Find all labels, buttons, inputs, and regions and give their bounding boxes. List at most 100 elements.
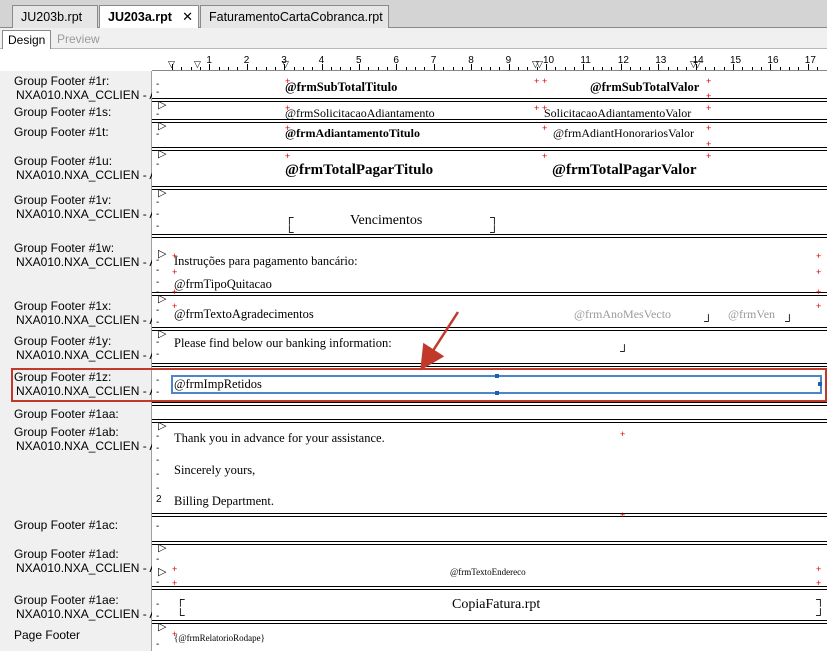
- field-vencimentos[interactable]: Vencimentos: [350, 213, 422, 229]
- field-anchor-mark: +: [706, 151, 712, 161]
- section-separator[interactable]: [152, 327, 827, 331]
- field-solicitacao-valor[interactable]: SolicitacaoAdiantamentoValor: [544, 106, 691, 121]
- section-separator[interactable]: [152, 147, 827, 151]
- section-label[interactable]: Group Footer #1aa:: [14, 407, 119, 421]
- section-separator[interactable]: [152, 586, 827, 590]
- field-ven[interactable]: @frmVen: [728, 307, 775, 322]
- section-name: Page Footer: [14, 628, 81, 642]
- field-total-pagar-valor[interactable]: @frmTotalPagarValor: [552, 162, 697, 179]
- selected-field-imp-retidos[interactable]: [171, 374, 822, 395]
- field-instrucoes[interactable]: Instruções para pagamento bancário:: [174, 254, 358, 269]
- ruler-tick: [789, 67, 791, 70]
- ruler-number: 1: [206, 55, 212, 66]
- section-label[interactable]: Group Footer #1u: NXA010.NXA_CCLIEN - A: [14, 154, 157, 182]
- field-billing[interactable]: Billing Department.: [174, 494, 274, 509]
- section-label[interactable]: Group Footer #1y: NXA010.NXA_CCLIEN - A: [14, 334, 157, 362]
- tab-label: JU203a.rpt: [108, 10, 172, 24]
- ruler-tick: [228, 67, 230, 70]
- field-imp-retidos[interactable]: @frmImpRetidos: [174, 377, 262, 392]
- section-label[interactable]: Group Footer #1w: NXA010.NXA_CCLIEN - A: [14, 241, 157, 269]
- field-copia-fatura[interactable]: CopiaFatura.rpt: [452, 597, 540, 613]
- guide-dash: -: [156, 431, 160, 442]
- resize-handle[interactable]: [818, 382, 822, 386]
- section-label[interactable]: Page Footer: [14, 628, 80, 642]
- field-texto-agradecimentos[interactable]: @frmTextoAgradecimentos: [174, 307, 314, 322]
- guideline-marker-icon[interactable]: ▽: [168, 60, 175, 69]
- close-icon[interactable]: ✕: [182, 9, 193, 25]
- guide-number: 2: [156, 494, 162, 505]
- section-separator[interactable]: [152, 513, 827, 517]
- section-label[interactable]: Group Footer #1x: NXA010.NXA_CCLIEN - A: [14, 299, 157, 327]
- ruler-tick: [555, 67, 557, 70]
- field-ano-mes-vecto[interactable]: @frmAnoMesVecto: [574, 307, 671, 322]
- section-separator[interactable]: [152, 186, 827, 190]
- tab-label: FaturamentoCartaCobranca.rpt: [209, 10, 383, 24]
- guide-column: ▷ ▷ ▷ ▷ ▷ ▷ ▷ ▷ ▷ ▷ ▷ - - - - - - - - - - - - - - - - - - - - - - - - - - - - -…: [152, 71, 170, 651]
- section-name: Group Footer #1w:: [14, 241, 115, 255]
- field-subtotal-valor[interactable]: @frmSubTotalValor: [590, 80, 699, 95]
- section-label[interactable]: Group Footer #1v: NXA010.NXA_CCLIEN - A: [14, 193, 157, 221]
- section-separator[interactable]: [152, 98, 827, 102]
- section-group-field: NXA010.NXA_CCLIEN - A: [16, 88, 158, 102]
- tab-faturamento[interactable]: FaturamentoCartaCobranca.rpt: [200, 5, 389, 28]
- section-separator[interactable]: [152, 419, 827, 423]
- ruler-number: 4: [318, 55, 325, 66]
- section-name: Group Footer #1ae:: [14, 593, 119, 607]
- tab-ju203b[interactable]: JU203b.rpt: [12, 5, 98, 28]
- field-please-find[interactable]: Please find below our banking informatio…: [174, 336, 392, 351]
- tab-design[interactable]: Design: [2, 30, 52, 49]
- resize-handle[interactable]: [495, 374, 499, 378]
- resize-handle[interactable]: [495, 391, 499, 395]
- ruler-tick: [686, 67, 688, 70]
- field-texto-endereco[interactable]: @frmTextoEndereco: [450, 567, 526, 577]
- guide-dash: -: [156, 209, 160, 220]
- section-label[interactable]: Group Footer #1ae: NXA010.NXA_CCLIEN - A: [14, 593, 157, 621]
- field-bound-corner: ┌: [176, 592, 185, 606]
- section-name: Group Footer #1y:: [14, 334, 112, 348]
- field-tipo-quitacao[interactable]: @frmTipoQuitacao: [174, 277, 272, 292]
- section-separator[interactable]: [152, 620, 827, 624]
- report-canvas[interactable]: [170, 71, 827, 651]
- section-separator[interactable]: [152, 541, 827, 545]
- section-label[interactable]: Group Footer #1ad: NXA010.NXA_CCLIEN - A: [14, 547, 157, 575]
- section-name: Group Footer #1v:: [14, 193, 112, 207]
- guide-dash: -: [156, 639, 160, 650]
- guide-dash: -: [156, 305, 160, 316]
- field-anchor-mark: +: [816, 578, 822, 588]
- section-label[interactable]: Group Footer #1ac:: [14, 518, 118, 532]
- guideline-marker-icon[interactable]: ▽: [282, 60, 289, 69]
- ruler-tick: [190, 67, 192, 70]
- field-thank-you[interactable]: Thank you in advance for your assistance…: [174, 431, 385, 446]
- section-label[interactable]: Group Footer #1t:: [14, 125, 109, 139]
- section-separator[interactable]: [152, 119, 827, 123]
- horizontal-ruler[interactable]: 1 2 3 4 5 6 7 8 9 10 11 12 13 14 15 16 17 ▽ ▽ ▽ ▽ ▽ ▽ ▽: [152, 51, 827, 71]
- section-label[interactable]: Group Footer #1r: NXA010.NXA_CCLIEN - A: [14, 74, 157, 102]
- field-anchor-mark: +: [542, 103, 548, 113]
- guideline-marker-icon[interactable]: ▽: [694, 60, 701, 69]
- guide-dash: -: [156, 129, 160, 140]
- section-label[interactable]: Group Footer #1ab: NXA010.NXA_CCLIEN - A: [14, 425, 157, 453]
- tab-ju203a[interactable]: JU203a.rpt ✕: [99, 5, 199, 29]
- field-solicitacao[interactable]: @frmSolicitacaoAdiantamento: [285, 106, 435, 121]
- section-label[interactable]: Group Footer #1s:: [14, 105, 111, 119]
- field-subtotal-titulo[interactable]: @frmSubTotalTitulo: [285, 80, 397, 95]
- ruler-number: 11: [580, 55, 591, 66]
- section-separator[interactable]: [152, 292, 827, 296]
- field-anchor-mark: +: [285, 123, 291, 133]
- field-sincerely[interactable]: Sincerely yours,: [174, 463, 255, 478]
- field-relatorio-rodape[interactable]: {@frmRelatorioRodape}: [174, 633, 265, 643]
- section-marker-icon[interactable]: ▷: [158, 567, 166, 578]
- field-adiantamento-titulo[interactable]: @frmAdiantamentoTitulo: [285, 126, 420, 141]
- field-total-pagar-titulo[interactable]: @frmTotalPagarTitulo: [285, 162, 433, 179]
- section-separator[interactable]: [152, 363, 827, 367]
- field-anchor-mark: +: [534, 103, 540, 113]
- field-anchor-mark: +: [816, 301, 822, 311]
- field-adiant-honorarios[interactable]: @frmAdiantHonorariosValor: [553, 126, 694, 141]
- section-separator[interactable]: [152, 402, 827, 406]
- section-name: Group Footer #1x:: [14, 299, 112, 313]
- guideline-marker-icon[interactable]: ▽: [194, 60, 201, 69]
- section-group-field: NXA010.NXA_CCLIEN - A: [16, 439, 158, 453]
- ruler-tick: [751, 67, 753, 70]
- tab-preview[interactable]: Preview: [52, 30, 105, 49]
- guideline-marker-icon[interactable]: ▽: [536, 60, 543, 69]
